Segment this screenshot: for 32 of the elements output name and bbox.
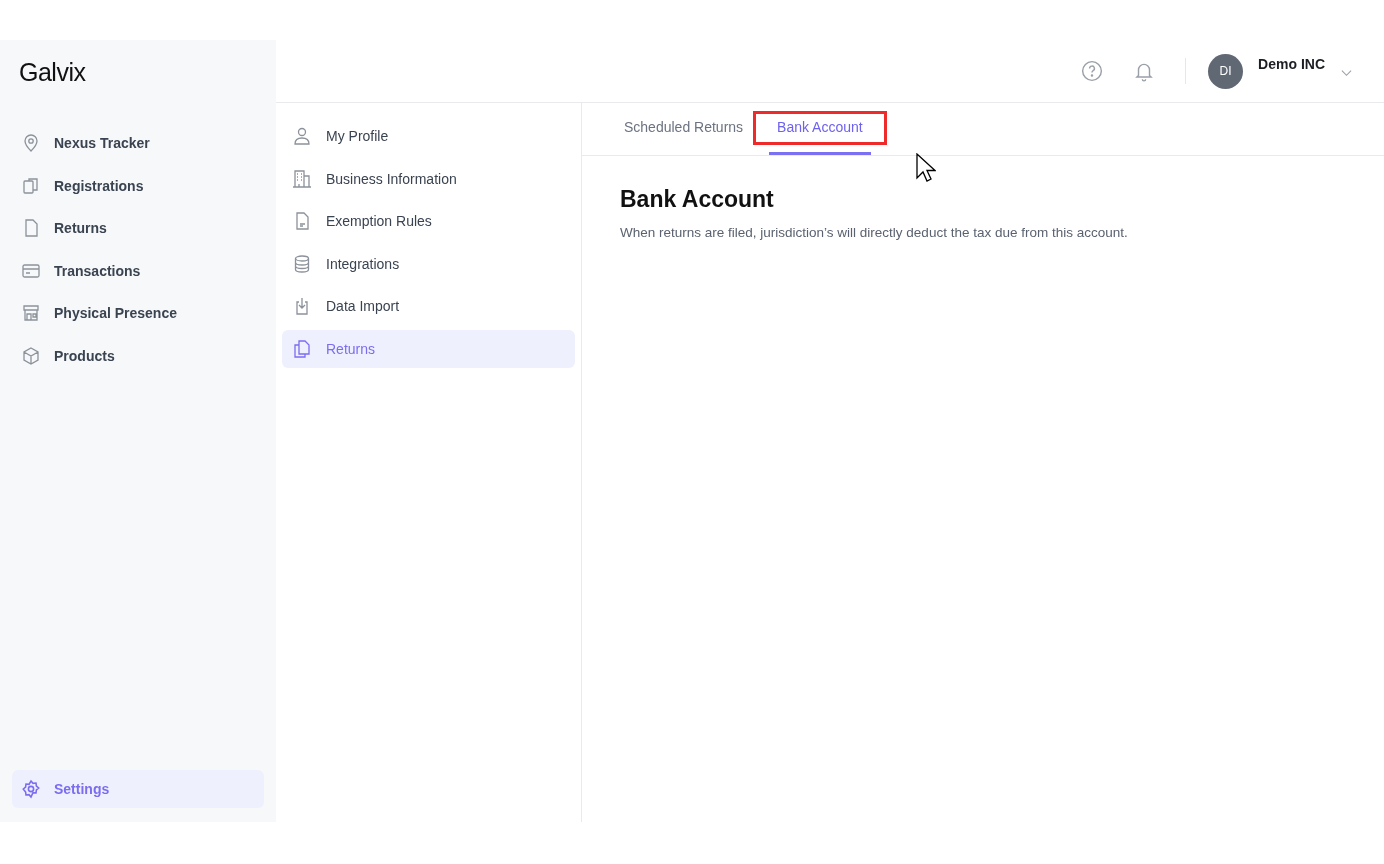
sidebar-item[interactable]: Physical Presence <box>12 294 264 333</box>
building-icon <box>292 168 312 189</box>
description: When returns are filed, jurisdiction’s will directly deduct the tax due from this account. <box>620 225 1129 240</box>
database-icon <box>292 253 312 274</box>
tab[interactable]: Bank Account <box>769 103 871 155</box>
storefront-icon <box>21 303 41 324</box>
person-icon <box>292 126 312 147</box>
tab[interactable]: Scheduled Returns <box>616 103 752 155</box>
sidebar-item[interactable]: Transactions <box>12 251 264 290</box>
settings-item[interactable]: Settings <box>12 769 264 808</box>
page-title: Bank Account <box>620 186 775 213</box>
settings-nav-item[interactable]: Integrations <box>282 244 575 283</box>
box-icon <box>21 345 41 366</box>
settings-nav-item[interactable]: Exemption Rules <box>282 202 575 241</box>
pin-icon <box>21 133 41 154</box>
settings-nav-item[interactable]: Data Import <box>282 287 575 326</box>
mouse-pointer-icon <box>916 153 936 183</box>
account-name[interactable]: Demo INC <box>1258 56 1325 72</box>
settings-nav-item[interactable]: Returns <box>282 329 575 368</box>
settings-nav-item[interactable]: Business Information <box>282 159 575 198</box>
sidebar-item[interactable]: Products <box>12 336 264 375</box>
documents-icon <box>292 338 312 359</box>
sidebar-item[interactable]: Nexus Tracker <box>12 124 264 163</box>
sidebar-item[interactable]: Registrations <box>12 166 264 205</box>
chevron-down-icon[interactable] <box>1341 69 1352 77</box>
sidebar-item[interactable]: Returns <box>12 209 264 248</box>
help-icon[interactable] <box>1081 60 1104 82</box>
clipboard-icon <box>21 175 41 196</box>
logo: Galvix <box>19 58 86 87</box>
settings-nav-item[interactable]: My Profile <box>282 117 575 156</box>
settings-icon <box>21 778 41 799</box>
avatar[interactable]: DI <box>1208 53 1244 89</box>
